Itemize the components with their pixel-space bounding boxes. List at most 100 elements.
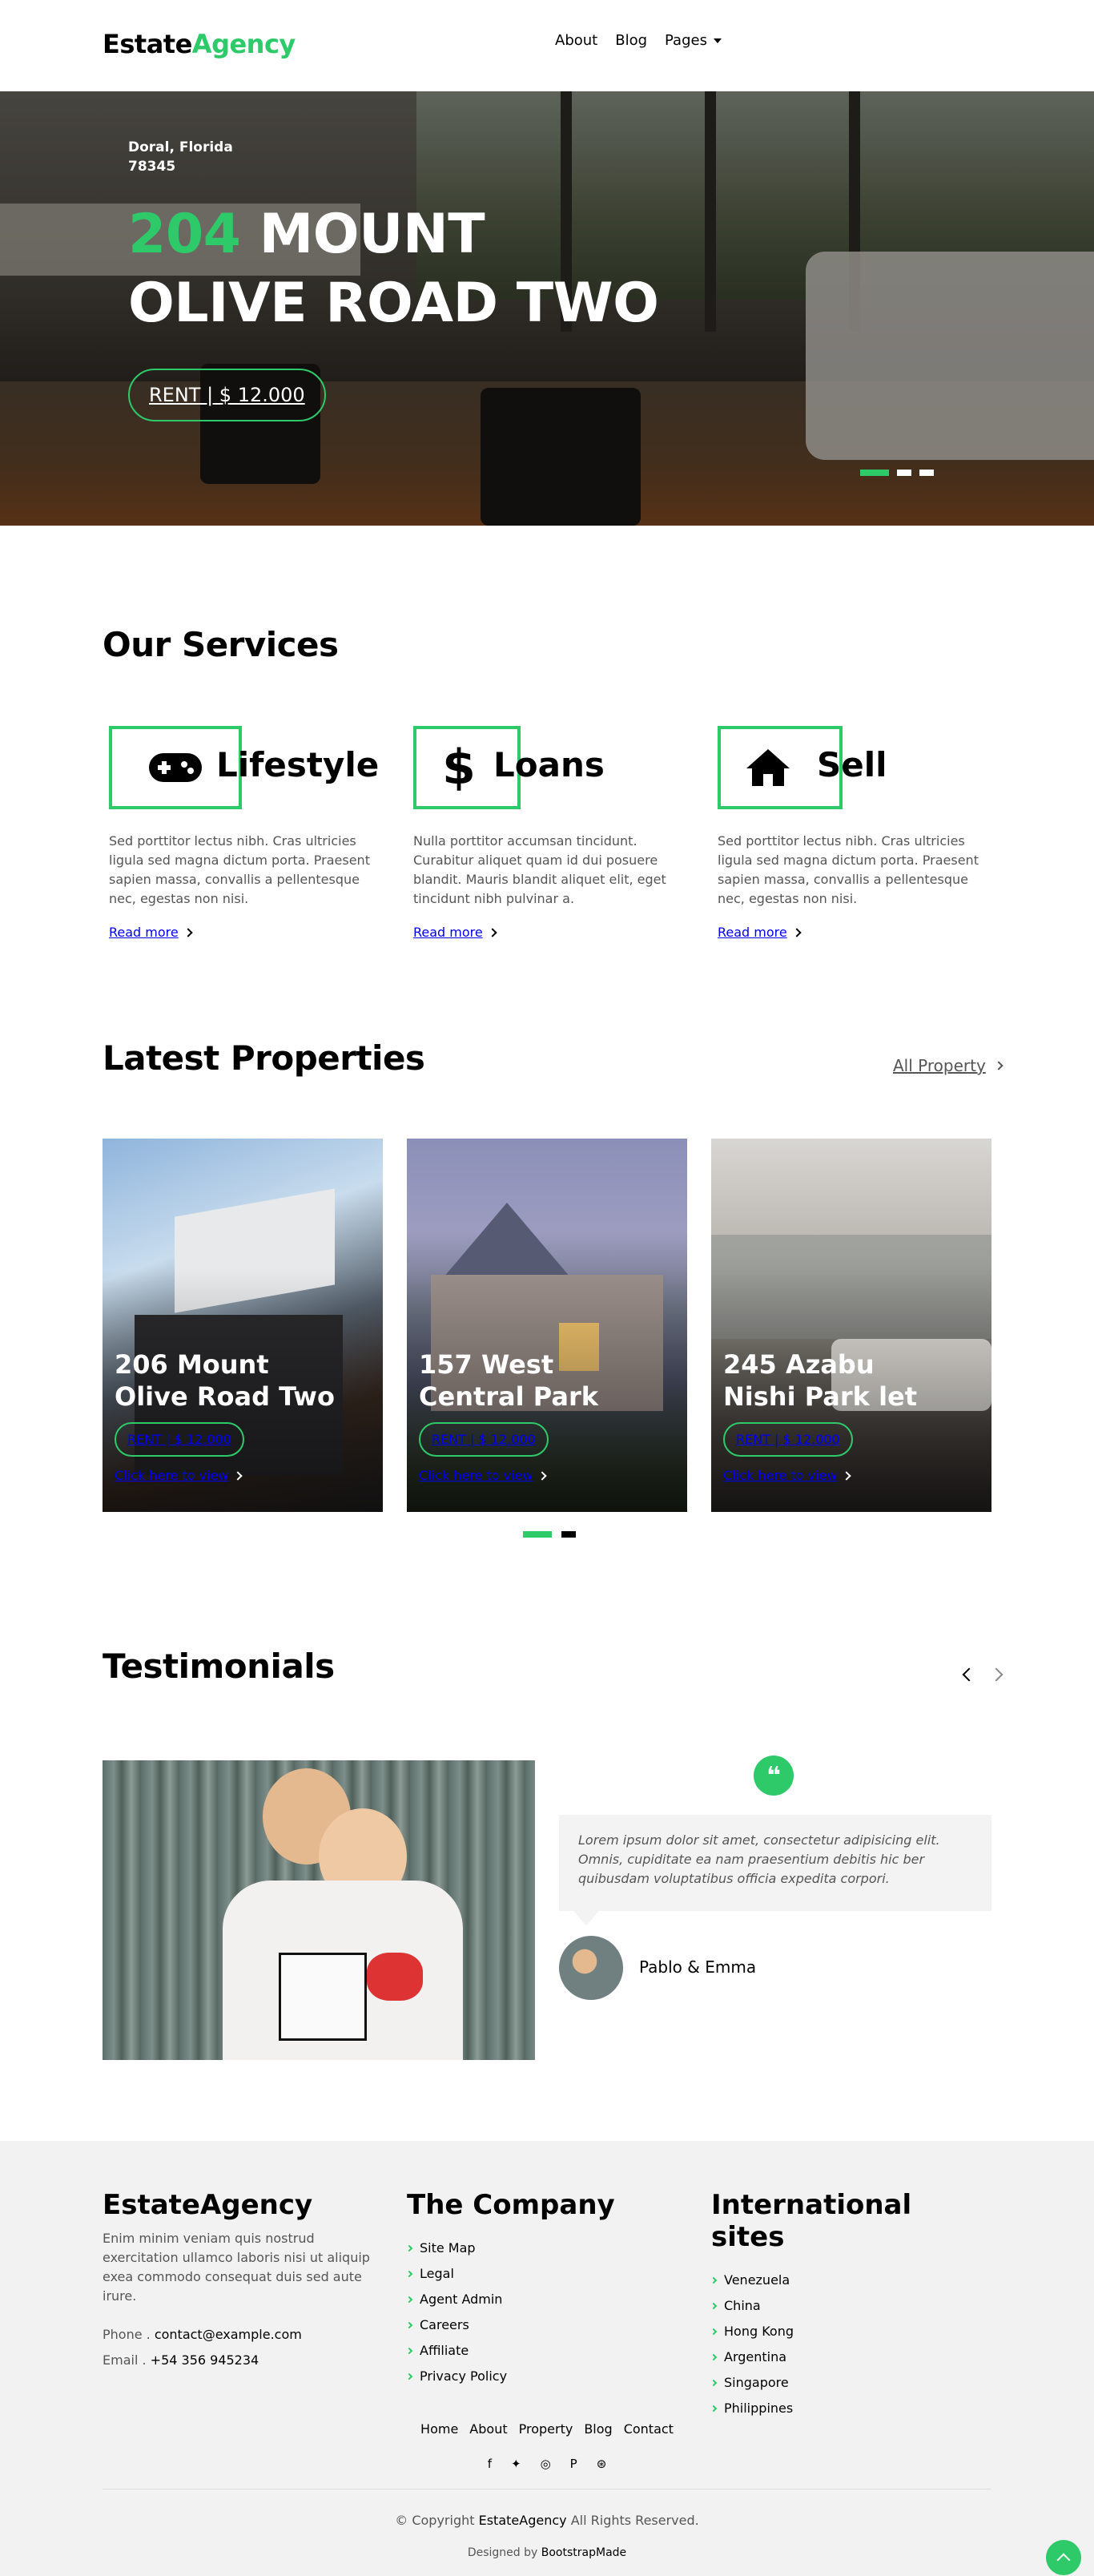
property-view-link[interactable]: Click here to view <box>723 1468 917 1483</box>
nav-dropdown-pages[interactable]: Pages <box>665 32 722 49</box>
carousel-dot[interactable] <box>523 1531 552 1538</box>
carousel-dot[interactable] <box>897 470 911 476</box>
hero-title-line2: Olive Road Two <box>128 272 659 335</box>
nav-pages-label: Pages <box>665 32 707 49</box>
footer-social: f ✦ ◎ P ⊛ <box>0 2457 1094 2471</box>
property-name-line2: Olive Road Two <box>115 1381 335 1412</box>
property-name: 157 West Central Park <box>419 1348 598 1413</box>
service-name: Sell <box>817 745 887 784</box>
footer: EstateAgency Enim minim veniam quis nost… <box>0 2141 1094 2576</box>
testimonial-photo-print <box>367 1953 423 2001</box>
pinterest-icon[interactable]: P <box>570 2457 577 2471</box>
property-card[interactable]: 245 Azabu Nishi Park let RENT | $ 12.000… <box>711 1139 991 1512</box>
chevron-right-icon <box>405 2321 413 2329</box>
chevron-right-icon <box>710 2379 718 2387</box>
home-icon <box>740 744 796 792</box>
service-card-loans: $ Loans Nulla porttitor accumsan tincidu… <box>407 726 679 940</box>
footer-contact: Phone . contact@example.com Email . +54 … <box>103 2322 383 2373</box>
property-card[interactable]: 157 West Central Park RENT | $ 12.000 Cl… <box>407 1139 687 1512</box>
chevron-right-icon <box>710 2276 718 2284</box>
footer-link-label: Agent Admin <box>420 2292 503 2307</box>
chevron-right-icon <box>233 1470 243 1481</box>
chevron-right-icon <box>710 2302 718 2310</box>
footer-email-row: Email . +54 356 945234 <box>103 2348 383 2373</box>
property-price-button[interactable]: RENT | $ 12.000 <box>723 1422 853 1457</box>
footer-link-item[interactable]: Legal <box>405 2261 687 2287</box>
carousel-dot[interactable] <box>860 470 889 476</box>
footer-link-label: Singapore <box>724 2375 789 2390</box>
hero-title: 204 Mount Olive Road Two <box>128 200 659 338</box>
footer-link-label: Argentina <box>724 2349 787 2364</box>
caret-down-icon <box>713 38 722 43</box>
footer-link-item[interactable]: Agent Admin <box>405 2287 687 2312</box>
footer-link-item[interactable]: Affiliate <box>405 2338 687 2364</box>
nav-link-about[interactable]: About <box>555 32 597 49</box>
footer-link-item[interactable]: Site Map <box>405 2235 687 2261</box>
read-more-label: Read more <box>718 925 787 940</box>
service-read-more-link[interactable]: Read more <box>407 925 679 940</box>
footer-nav-contact[interactable]: Contact <box>624 2421 674 2437</box>
property-price-button[interactable]: RENT | $ 12.000 <box>115 1422 244 1457</box>
property-view-label: Click here to view <box>115 1468 229 1483</box>
instagram-icon[interactable]: ◎ <box>541 2457 551 2471</box>
footer-link-item[interactable]: Philippines <box>710 2396 991 2421</box>
property-view-label: Click here to view <box>419 1468 533 1483</box>
hero-content: Doral, Florida 78345 204 Mount Olive Roa… <box>128 138 659 421</box>
footer-link-item[interactable]: Argentina <box>710 2344 991 2370</box>
footer-link-item[interactable]: Venezuela <box>710 2268 991 2293</box>
footer-international-col: International sites Venezuela China Hong… <box>710 2189 991 2421</box>
footer-link-label: Careers <box>420 2317 469 2332</box>
property-card[interactable]: 206 Mount Olive Road Two RENT | $ 12.000… <box>103 1139 383 1512</box>
chevron-right-icon <box>994 1061 1004 1070</box>
back-to-top-button[interactable] <box>1046 2540 1081 2575</box>
footer-nav-property[interactable]: Property <box>519 2421 573 2437</box>
footer-nav: Home About Property Blog Contact <box>0 2421 1094 2437</box>
footer-nav-about[interactable]: About <box>469 2421 507 2437</box>
footer-link-item[interactable]: Careers <box>405 2312 687 2338</box>
service-read-more-link[interactable]: Read more <box>711 925 983 940</box>
property-view-link[interactable]: Click here to view <box>419 1468 598 1483</box>
footer-link-label: Affiliate <box>420 2343 469 2358</box>
hero-location: Doral, Florida 78345 <box>128 138 658 176</box>
property-info: 157 West Central Park RENT | $ 12.000 Cl… <box>419 1348 598 1483</box>
facebook-icon[interactable]: f <box>488 2457 492 2471</box>
footer-company-col: The Company Site Map Legal Agent Admin C… <box>405 2189 687 2389</box>
dribbble-icon[interactable]: ⊛ <box>597 2457 607 2471</box>
property-price-button[interactable]: RENT | $ 12.000 <box>419 1422 549 1457</box>
footer-link-label: Site Map <box>420 2240 476 2256</box>
brand-logo[interactable]: EstateAgency <box>103 29 296 59</box>
footer-email-value[interactable]: +54 356 945234 <box>151 2352 259 2368</box>
carousel-dot[interactable] <box>919 470 934 476</box>
property-name-line2: Nishi Park let <box>723 1381 918 1412</box>
footer-link-item[interactable]: Privacy Policy <box>405 2364 687 2389</box>
chevron-right-icon <box>537 1470 548 1481</box>
property-view-link[interactable]: Click here to view <box>115 1468 335 1483</box>
hero-city-line1: Doral, Florida <box>128 139 233 155</box>
footer-link-label: Privacy Policy <box>420 2368 508 2384</box>
property-name: 245 Azabu Nishi Park let <box>723 1348 917 1413</box>
footer-nav-blog[interactable]: Blog <box>584 2421 612 2437</box>
footer-link-item[interactable]: Hong Kong <box>710 2319 991 2344</box>
footer-link-item[interactable]: Singapore <box>710 2370 991 2396</box>
testimonial-photo-baby-shirt <box>279 1953 367 2041</box>
nav-link-blog[interactable]: Blog <box>615 32 647 49</box>
copyright-prefix: © Copyright <box>395 2513 475 2528</box>
footer-about-text: Enim minim veniam quis nostrud exercitat… <box>103 2231 370 2304</box>
property-name-line2: Central Park <box>419 1381 598 1412</box>
twitter-icon[interactable]: ✦ <box>511 2457 521 2471</box>
property-name-line1: 157 West <box>419 1349 554 1380</box>
footer-brand-title: EstateAgency <box>103 2189 313 2221</box>
property-info: 245 Azabu Nishi Park let RENT | $ 12.000… <box>723 1348 917 1483</box>
hero-price-button[interactable]: RENT | $ 12.000 <box>128 369 326 421</box>
footer-link-label: Legal <box>420 2266 454 2281</box>
service-read-more-link[interactable]: Read more <box>103 925 375 940</box>
all-property-link[interactable]: All Property <box>893 1056 1004 1075</box>
designed-by-link[interactable]: BootstrapMade <box>541 2546 626 2559</box>
chevron-left-icon[interactable] <box>962 1667 976 1682</box>
footer-link-item[interactable]: China <box>710 2293 991 2319</box>
footer-phone-value[interactable]: contact@example.com <box>155 2327 302 2342</box>
chevron-right-icon[interactable] <box>989 1667 1004 1682</box>
carousel-dot[interactable] <box>561 1531 576 1538</box>
chevron-right-icon <box>405 2270 413 2278</box>
footer-nav-home[interactable]: Home <box>420 2421 458 2437</box>
